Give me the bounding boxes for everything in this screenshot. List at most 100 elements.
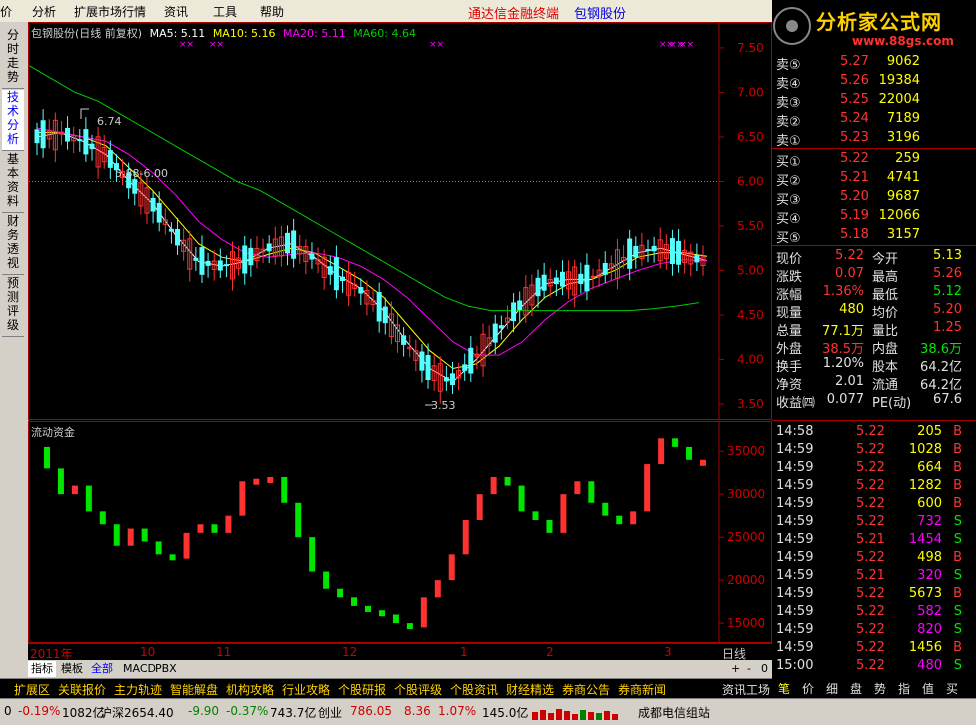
tab-indicator[interactable]: 指标 bbox=[28, 661, 56, 677]
detail-tab[interactable]: 买 bbox=[946, 680, 958, 697]
flow-bar bbox=[644, 464, 651, 512]
vtab-forecast[interactable]: 预测评级 bbox=[2, 276, 24, 337]
toolbar-button[interactable]: 券商新闻 bbox=[618, 681, 666, 698]
stat-value: 5.20 bbox=[933, 302, 962, 317]
menu-item-analysis[interactable]: 分析 bbox=[32, 3, 56, 20]
stat-value: 1.20% bbox=[822, 356, 864, 371]
tab-pbx[interactable]: PBX bbox=[152, 661, 180, 677]
flow-bar bbox=[183, 532, 190, 559]
zoom-out-button[interactable]: - bbox=[744, 661, 754, 677]
detail-tab[interactable]: 势 bbox=[874, 680, 886, 697]
toolbar-button[interactable]: 机构攻略 bbox=[226, 681, 274, 698]
flow-bar bbox=[351, 597, 358, 606]
stat-value: 1.25 bbox=[933, 320, 962, 335]
ask-label: 卖⑤ bbox=[776, 58, 801, 73]
candle-body bbox=[132, 179, 138, 194]
flow-bar bbox=[323, 571, 330, 589]
flow-bar bbox=[532, 511, 539, 520]
toolbar-button[interactable]: 资讯工场 bbox=[722, 681, 770, 698]
ask-label: 卖① bbox=[776, 134, 801, 149]
toolbar-button[interactable]: 券商公告 bbox=[562, 681, 610, 698]
flow-bar bbox=[448, 554, 455, 581]
trade-row: 15:00 5.22 480 S bbox=[772, 657, 972, 676]
bid-volume: 3157 bbox=[886, 227, 920, 242]
detail-tab[interactable]: 价 bbox=[802, 680, 814, 697]
menu-item-help[interactable]: 帮助 bbox=[260, 3, 284, 20]
candle-body bbox=[492, 323, 498, 343]
stat-value: 5.12 bbox=[933, 284, 962, 299]
vtab-fundamental[interactable]: 基本资料 bbox=[2, 152, 24, 213]
detail-tab[interactable]: 细 bbox=[826, 680, 838, 697]
ask-volume: 22004 bbox=[878, 92, 920, 107]
detail-tab[interactable]: 盘 bbox=[850, 680, 862, 697]
bid-row: 买② 5.21 4741 bbox=[772, 169, 972, 189]
detail-tab[interactable]: 指 bbox=[898, 680, 910, 697]
flow-bar bbox=[253, 478, 260, 485]
trade-price: 5.22 bbox=[856, 424, 885, 439]
tab-template[interactable]: 模板 bbox=[58, 661, 86, 677]
candle-body bbox=[498, 325, 504, 329]
candle-body bbox=[285, 232, 291, 254]
logo-title: 分析家公式网 bbox=[816, 10, 942, 34]
toolbar-button[interactable]: 主力轨迹 bbox=[114, 681, 162, 698]
mini-bars-graphic bbox=[532, 709, 618, 720]
price-chart-panel[interactable]: 包钢股份(日线 前复权) MA5: 5.11 MA10: 5.16 MA20: … bbox=[28, 22, 772, 420]
trade-time: 14:59 bbox=[776, 442, 814, 457]
detail-tab[interactable]: 值 bbox=[922, 680, 934, 697]
ask-volume: 9062 bbox=[886, 54, 920, 69]
status-gem-value: 786.05 bbox=[350, 704, 392, 718]
status-gem-amount: 145.0亿 bbox=[482, 706, 529, 720]
flow-bar bbox=[700, 459, 706, 466]
ask-volume: 3196 bbox=[886, 130, 920, 145]
flow-bar bbox=[392, 614, 399, 624]
vtab-technical[interactable]: 技术分析 bbox=[2, 90, 24, 151]
zoom-in-button[interactable]: + bbox=[728, 661, 743, 677]
toolbar-button[interactable]: 个股资讯 bbox=[450, 681, 498, 698]
promo-stock-name[interactable]: 包钢股份 bbox=[574, 3, 626, 22]
trade-row: 14:59 5.22 732 S bbox=[772, 513, 972, 532]
candle-body bbox=[193, 257, 199, 261]
vtab-intraday[interactable]: 分时走势 bbox=[2, 28, 24, 89]
trade-time: 14:59 bbox=[776, 532, 814, 547]
detail-tabs: 笔价细盘势指值买 bbox=[772, 678, 976, 698]
stat-row: 总量 77.1万 量比 1.25 bbox=[772, 319, 972, 339]
trade-row: 14:59 5.22 1282 B bbox=[772, 477, 972, 496]
menu-item-tools[interactable]: 工具 bbox=[213, 3, 237, 20]
trade-direction: B bbox=[953, 640, 962, 655]
toolbar-button[interactable]: 行业攻略 bbox=[282, 681, 330, 698]
ma-line-ma20 bbox=[36, 127, 708, 356]
status-bar: 0 -0.19% 1082亿 沪深2654.40 -9.90 -0.37% 74… bbox=[0, 698, 976, 725]
bid-row: 买① 5.22 259 bbox=[772, 150, 972, 170]
fund-flow-panel[interactable]: 流动资金 35000 30000 25000 20000 15000 bbox=[28, 421, 772, 643]
menu-item-news[interactable]: 资讯 bbox=[164, 3, 188, 20]
toolbar-button[interactable]: 扩展区 bbox=[14, 681, 50, 698]
y-tick-label: 4.50 bbox=[737, 308, 764, 322]
bid-price: 5.21 bbox=[840, 170, 869, 185]
detail-tab[interactable]: 笔 bbox=[778, 680, 790, 697]
candle-body bbox=[419, 351, 425, 371]
toolbar-button[interactable]: 关联报价 bbox=[58, 681, 106, 698]
toolbar-button[interactable]: 个股研报 bbox=[338, 681, 386, 698]
candle-body bbox=[443, 377, 449, 382]
candle-body bbox=[401, 335, 407, 345]
trade-time: 14:59 bbox=[776, 622, 814, 637]
promo-terminal[interactable]: 通达信金融终端 bbox=[468, 3, 559, 22]
reset-button[interactable]: 0 bbox=[758, 661, 771, 677]
vtab-financial[interactable]: 财务透视 bbox=[2, 214, 24, 275]
menu-item-extended-market[interactable]: 扩展市场行情 bbox=[74, 3, 146, 20]
flow-bar bbox=[602, 502, 609, 516]
toolbar-button[interactable]: 智能解盘 bbox=[170, 681, 218, 698]
toolbar-button[interactable]: 财经精选 bbox=[506, 681, 554, 698]
flow-bar bbox=[43, 446, 50, 469]
toolbar-button[interactable]: 个股评级 bbox=[394, 681, 442, 698]
candle-body bbox=[676, 240, 682, 265]
trade-price: 5.21 bbox=[856, 568, 885, 583]
menu-item-partial[interactable]: 价 bbox=[0, 3, 12, 20]
status-sh-amount: 1082亿 bbox=[62, 706, 105, 720]
stat-value: 5.26 bbox=[933, 266, 962, 281]
candle-body bbox=[223, 264, 229, 267]
stat-row: 现量 480 均价 5.20 bbox=[772, 301, 972, 321]
ask-row: 卖④ 5.26 19384 bbox=[772, 72, 972, 92]
tab-all[interactable]: 全部 bbox=[88, 661, 116, 677]
stat-value: 480 bbox=[839, 302, 864, 317]
